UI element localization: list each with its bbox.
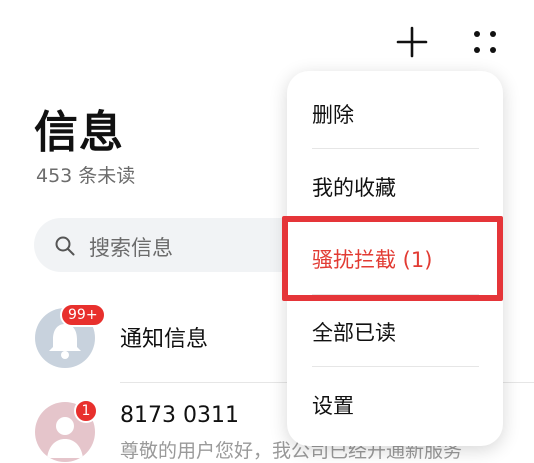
menu-item-settings[interactable]: 设置: [312, 390, 354, 420]
menu-item-mark-all-read[interactable]: 全部已读: [312, 317, 396, 347]
menu-item-delete[interactable]: 删除: [312, 99, 354, 129]
more-dots-icon[interactable]: [468, 26, 502, 60]
plus-icon[interactable]: [395, 25, 429, 59]
conversation-name[interactable]: 通知信息: [120, 321, 208, 353]
unread-badge: 99+: [60, 303, 106, 327]
unread-count: 453 条未读: [36, 165, 136, 187]
conversation-name[interactable]: 8173 0311: [120, 403, 239, 428]
menu-divider: [312, 148, 479, 149]
highlight-box: [282, 216, 503, 301]
menu-item-favorites[interactable]: 我的收藏: [312, 172, 396, 202]
page-title: 信息: [34, 107, 124, 158]
search-placeholder: 搜索信息: [89, 236, 173, 260]
unread-badge: 1: [74, 399, 98, 423]
menu-divider: [312, 366, 479, 367]
search-icon: [55, 236, 75, 256]
